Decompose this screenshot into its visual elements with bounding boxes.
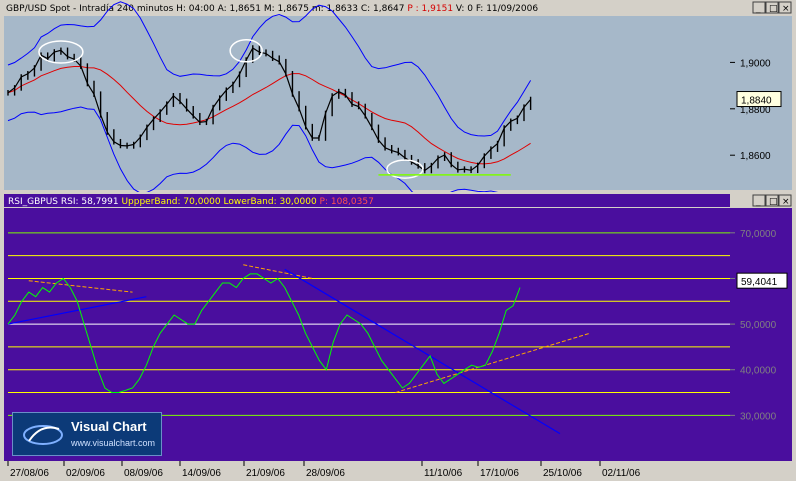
chart-canvas: GBP/USD Spot - Intradía 240 minutos H: 0… [0,0,796,481]
title-part-0: GBP/USD Spot - Intradía 240 minutos H: 0… [6,4,405,14]
price-y-tick-label: 1,9000 [740,58,771,69]
rsi-title: RSI_GBPUS RSI: 58,7991 UppperBand: 70,00… [8,197,374,207]
rsi-last-value-label: 59,4041 [741,277,778,288]
price-plot-area [4,16,730,190]
x-tick-label: 28/09/06 [306,468,345,479]
rsi-y-tick-label: 50,0000 [740,320,777,331]
title-part-2: LowerBand: 30,0000 [221,197,317,207]
rsi-y-tick-label: 70,0000 [740,229,777,240]
maximize-button-glyph: □ [769,4,778,14]
close-button-glyph: × [782,4,790,14]
x-tick-label: 14/09/06 [182,468,221,479]
x-tick-label: 17/10/06 [480,468,519,479]
rsi-maximize-button-glyph: □ [769,197,778,207]
x-tick-label: 25/10/06 [543,468,582,479]
price-y-tick-label: 1,8600 [740,151,771,162]
x-tick-label: 02/09/06 [66,468,105,479]
title-part-2: V: 0 F: 11/09/2006 [453,4,538,14]
rsi-window-controls[interactable]: _ □ × [752,194,792,207]
price-window-controls[interactable]: _ □ × [752,1,792,14]
logo-url: www.visualchart.com [71,438,156,448]
title-part-1: P : 1,9151 [405,4,454,14]
visual-chart-logo: Visual Chart www.visualchart.com [12,412,162,456]
x-tick-label: 02/11/06 [602,468,641,479]
price-last-value-label: 1,8840 [741,96,772,107]
x-axis-strip [0,461,796,481]
title-part-1: UppperBand: 70,0000 [119,197,221,207]
logo-title: Visual Chart [71,419,147,434]
rsi-y-tick-label: 30,0000 [740,411,777,422]
title-part-3: P: 108,0357 [317,197,374,207]
price-title: GBP/USD Spot - Intradía 240 minutos H: 0… [6,4,538,14]
x-tick-label: 27/08/06 [10,468,49,479]
rsi-y-tick-label: 40,0000 [740,366,777,377]
minimize-button-glyph: _ [755,4,761,14]
rsi-axis-area [730,208,792,461]
title-part-0: RSI_GBPUS RSI: 58,7991 [8,197,119,207]
x-tick-label: 08/09/06 [124,468,163,479]
x-tick-label: 21/09/06 [246,468,285,479]
rsi-close-button-glyph: × [782,197,790,207]
x-tick-label: 11/10/06 [424,468,463,479]
visual-chart-logo-icon [23,425,63,445]
rsi-minimize-button-glyph: _ [755,197,761,207]
